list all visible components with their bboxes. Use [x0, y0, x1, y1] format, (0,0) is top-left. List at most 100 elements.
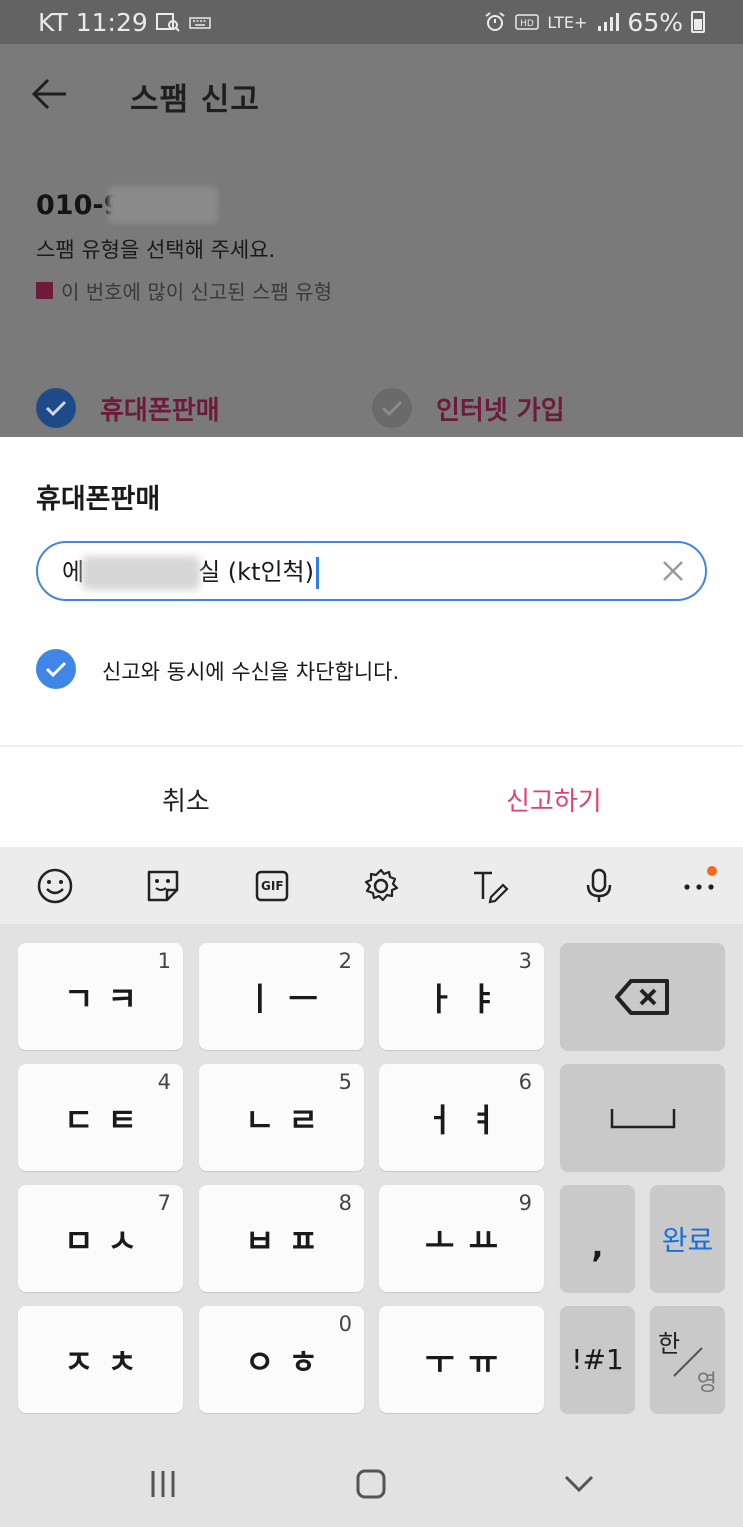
back-nav-icon[interactable] [563, 1468, 595, 1500]
key-label: ㅓㅕ [425, 1100, 512, 1139]
status-bar: KT 11:29 HD LTE+ 65% [0, 0, 743, 44]
keyboard: GIF 1 ㄱㅋ 2 ㅣㅡ 3 ㅏㅑ 4 ㄷㅌ 5 ㄴㄹ 6 ㅓㅕ 7 ㅁㅅ 8… [0, 847, 743, 1430]
backspace-key[interactable] [560, 943, 725, 1050]
sticker-icon[interactable] [144, 867, 182, 905]
symbols-key[interactable]: !#1 [560, 1306, 635, 1413]
notification-dot [707, 866, 717, 876]
key-u-yu[interactable]: ㅜㅠ [379, 1306, 544, 1413]
done-key[interactable]: 완료 [650, 1185, 725, 1292]
instruction-text: 스팸 유형을 선택해 주세요. [36, 238, 276, 262]
alarm-icon [485, 12, 506, 31]
gallery-icon [155, 13, 180, 32]
key-label: ㅂㅍ [245, 1221, 332, 1260]
space-icon [610, 1108, 675, 1128]
key-label: !#1 [571, 1343, 624, 1376]
legend-label: 이 번호에 많이 신고된 스팸 유형 [61, 280, 332, 304]
network-type: LTE+ [547, 12, 588, 32]
key-mieum-siot[interactable]: 7 ㅁㅅ [18, 1185, 183, 1292]
key-ieung-hieut[interactable]: 0 ㅇㅎ [199, 1306, 364, 1413]
check-icon [36, 388, 76, 428]
input-value: 에 실 (kt인척) [62, 552, 319, 590]
recent-apps-icon[interactable] [147, 1468, 179, 1500]
key-number: 0 [338, 1312, 352, 1336]
key-label: ㅁㅅ [64, 1221, 151, 1260]
spam-detail-input[interactable]: 에 실 (kt인척) [36, 541, 707, 601]
key-label: ㅜㅠ [425, 1342, 512, 1381]
dialog-title: 휴대폰판매 [36, 484, 161, 515]
key-nieun-rieul[interactable]: 5 ㄴㄹ [199, 1064, 364, 1171]
key-number: 6 [518, 1070, 532, 1094]
key-number: 8 [338, 1191, 352, 1215]
emoji-icon[interactable] [36, 867, 74, 905]
home-icon[interactable] [355, 1468, 387, 1500]
battery-icon [691, 11, 705, 33]
key-digeut-tieut[interactable]: 4 ㄷㅌ [18, 1064, 183, 1171]
key-eo-yeo[interactable]: 6 ㅓㅕ [379, 1064, 544, 1171]
block-checkbox[interactable] [36, 649, 76, 689]
spam-option-label: 인터넷 가입 [436, 395, 565, 426]
comma-key[interactable]: , [560, 1185, 635, 1292]
spam-option-label: 휴대폰판매 [100, 395, 220, 426]
app-background: 스팸 신고 010-9 54 스팸 유형을 선택해 주세요. 이 번호에 많이 … [0, 44, 743, 437]
report-button[interactable]: 신고하기 [506, 781, 602, 818]
clear-icon[interactable] [659, 557, 687, 585]
cancel-button[interactable]: 취소 [162, 781, 210, 818]
lang-yeong-label: 영 [696, 1371, 717, 1396]
key-number: 4 [157, 1070, 171, 1094]
key-label: ㅣㅡ [245, 979, 332, 1018]
key-o-yo[interactable]: 9 ㅗㅛ [379, 1185, 544, 1292]
spam-option-internet[interactable]: 인터넷 가입 [372, 388, 565, 428]
legend-marker [36, 282, 53, 299]
battery-percent: 65% [627, 7, 683, 37]
legend: 이 번호에 많이 신고된 스팸 유형 [36, 276, 332, 305]
hd-icon: HD [515, 14, 540, 30]
key-label: ㄷㅌ [64, 1100, 151, 1139]
keyboard-toolbar: GIF [0, 847, 743, 924]
key-number: 2 [338, 949, 352, 973]
keyboard-icon [189, 17, 211, 29]
phone-number-redaction [108, 186, 218, 224]
key-label: ㅏㅑ [425, 979, 512, 1018]
handwriting-icon[interactable] [471, 867, 509, 905]
key-label: ㄱㅋ [64, 979, 151, 1018]
signal-icon [598, 13, 620, 31]
key-number: 1 [157, 949, 171, 973]
key-number: 5 [338, 1070, 352, 1094]
key-i-eu[interactable]: 2 ㅣㅡ [199, 943, 364, 1050]
back-arrow-icon[interactable] [30, 76, 70, 112]
key-label: 완료 [661, 1223, 714, 1257]
key-bieup-pieup[interactable]: 8 ㅂㅍ [199, 1185, 364, 1292]
language-toggle-key[interactable]: 한 영 [650, 1306, 725, 1413]
key-label: ㅇㅎ [245, 1342, 332, 1381]
key-number: 7 [157, 1191, 171, 1215]
key-number: 3 [518, 949, 532, 973]
input-prefix: 에 [62, 558, 85, 586]
mic-icon[interactable] [580, 867, 618, 905]
key-a-ya[interactable]: 3 ㅏㅑ [379, 943, 544, 1050]
text-caret [316, 557, 319, 589]
key-jieut-chieut[interactable]: ㅈㅊ [18, 1306, 183, 1413]
settings-icon[interactable] [362, 867, 400, 905]
carrier-label: KT [38, 7, 68, 37]
spam-option-phone-sales[interactable]: 휴대폰판매 [36, 388, 220, 428]
language-toggle: 한 영 [650, 1306, 725, 1413]
key-label: ㅗㅛ [425, 1221, 512, 1260]
input-redaction [82, 556, 201, 590]
input-suffix: 실 (kt인척) [198, 558, 314, 586]
navigation-bar [0, 1430, 743, 1527]
key-giyeok-kieuk[interactable]: 1 ㄱㅋ [18, 943, 183, 1050]
svg-text:HD: HD [521, 19, 535, 29]
page-title: 스팸 신고 [130, 82, 260, 118]
check-icon [372, 388, 412, 428]
gif-label: GIF [261, 879, 284, 893]
key-label: ㅈㅊ [64, 1342, 151, 1381]
check-icon [45, 661, 67, 678]
clock: 11:29 [75, 7, 148, 37]
key-label: ㄴㄹ [245, 1100, 332, 1139]
block-checkbox-label: 신고와 동시에 수신을 차단합니다. [102, 660, 400, 684]
spam-report-dialog: 휴대폰판매 에 실 (kt인척) 신고와 동시에 수신을 차단합니다. 취소 신고… [0, 437, 743, 847]
backspace-icon [614, 978, 669, 1015]
key-label: , [591, 1226, 604, 1265]
divider [0, 745, 743, 747]
space-key[interactable] [560, 1064, 725, 1171]
